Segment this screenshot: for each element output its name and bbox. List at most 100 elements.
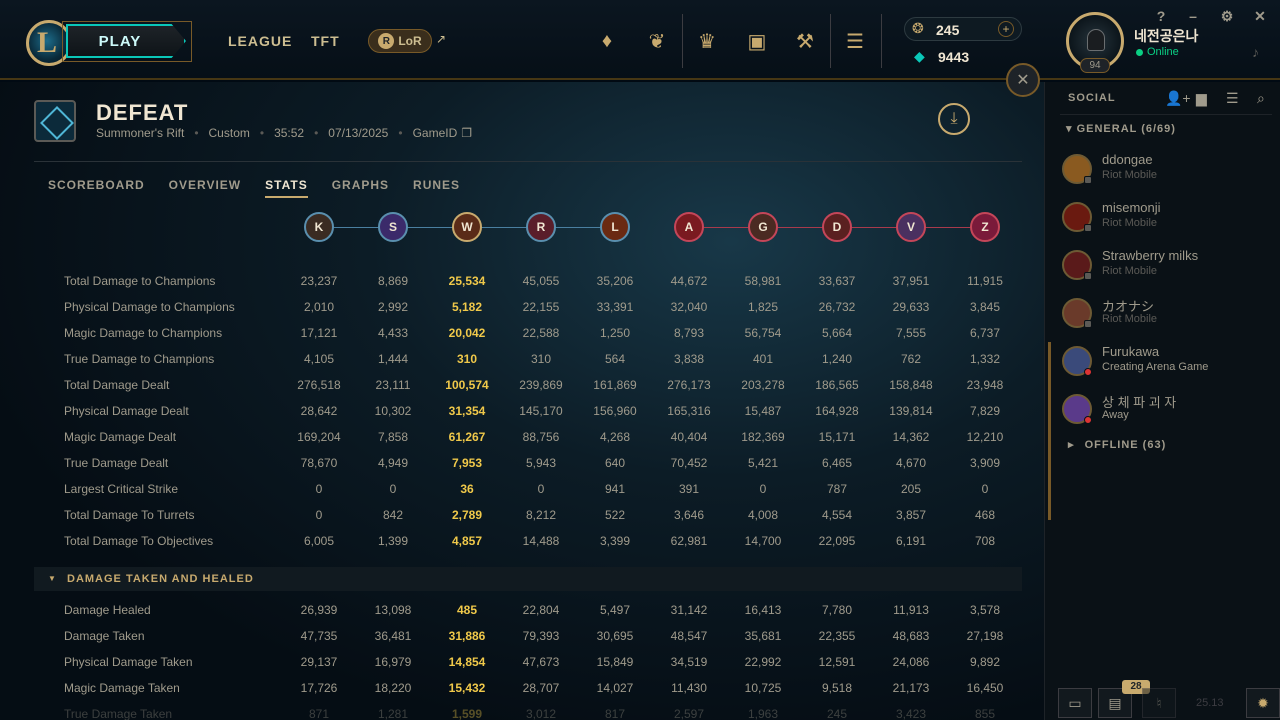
champion-icon[interactable]: W	[452, 212, 482, 242]
stat-cell: 22,992	[744, 655, 782, 669]
game-id-label[interactable]: GameID	[413, 126, 458, 140]
stat-cell: 32,040	[670, 300, 708, 314]
buy-rp-button[interactable]: +	[998, 21, 1014, 37]
settings-icon[interactable]: ⚙	[1220, 8, 1234, 25]
tab-overview[interactable]: OVERVIEW	[169, 178, 241, 198]
friend-item[interactable]: カオナシ Riot Mobile	[1060, 292, 1270, 336]
stat-cell: 7,780	[821, 603, 853, 617]
rank-icon[interactable]: ♛	[692, 26, 722, 56]
play-button[interactable]: PLAY	[66, 24, 186, 58]
champion-icon[interactable]: K	[304, 212, 334, 242]
stat-cell: 16,450	[966, 681, 1004, 695]
stat-cell: 787	[826, 482, 848, 496]
stat-cell: 3,646	[673, 508, 705, 522]
stat-cell: 7,829	[969, 404, 1001, 418]
champion-icon[interactable]: Z	[970, 212, 1000, 242]
collapse-caret-icon[interactable]: ▼	[48, 574, 56, 583]
stat-cell: 145,170	[519, 404, 563, 418]
stat-cell: 276,173	[667, 378, 711, 392]
download-replay-button[interactable]: ⤓	[938, 103, 970, 135]
loot-icon[interactable]: ▣	[742, 26, 772, 56]
stat-label: Magic Damage to Champions	[64, 326, 223, 340]
stat-cell: 44,672	[670, 274, 708, 288]
notification-bell-icon[interactable]: ♪	[1252, 44, 1259, 60]
add-folder-icon[interactable]: ▆	[1196, 90, 1207, 107]
friend-item[interactable]: 상 체 파 괴 자 Away	[1060, 388, 1270, 432]
social-title: SOCIAL	[1068, 92, 1116, 104]
friend-item[interactable]: misemonji Riot Mobile	[1060, 196, 1270, 240]
table-row: Total Damage To Objectives 6,005 1,399 4,85…	[0, 528, 1044, 554]
help-icon[interactable]: ?	[1154, 8, 1168, 24]
social-divider	[1060, 114, 1272, 115]
stat-cell: 169,204	[297, 430, 341, 444]
copy-icon[interactable]: ❐	[461, 126, 472, 140]
champion-icon[interactable]: D	[822, 212, 852, 242]
nav-tft[interactable]: TFT	[311, 33, 340, 49]
stat-cell: 564	[604, 352, 626, 366]
group-general[interactable]: ▾ GENERAL (6/69)	[1066, 122, 1176, 135]
group-offline[interactable]: ▸ OFFLINE (63)	[1068, 438, 1166, 451]
stat-cell: 3,423	[895, 707, 927, 720]
champion-icon[interactable]: L	[600, 212, 630, 242]
stat-cell: 40,404	[670, 430, 708, 444]
friend-status-icon	[1084, 176, 1092, 184]
champion-icon[interactable]: V	[896, 212, 926, 242]
stat-cell: 1,825	[747, 300, 779, 314]
stat-cell: 3,909	[969, 456, 1001, 470]
tab-graphs[interactable]: GRAPHS	[332, 178, 389, 198]
minimize-icon[interactable]: –	[1186, 8, 1200, 24]
match-duration: 35:52	[274, 126, 305, 140]
match-result: DEFEAT	[96, 100, 189, 125]
stat-cell: 2,992	[377, 300, 409, 314]
tab-stats[interactable]: STATS	[265, 178, 308, 198]
stat-cell: 186,565	[815, 378, 859, 392]
stat-cell: 17,726	[300, 681, 338, 695]
stat-cell: 8,793	[673, 326, 705, 340]
collection-icon[interactable]: ⚒	[790, 26, 820, 56]
stat-cell: 205	[900, 482, 922, 496]
champion-icon[interactable]: G	[748, 212, 778, 242]
champion-icon[interactable]: R	[526, 212, 556, 242]
add-friend-icon[interactable]: 👤+	[1165, 90, 1191, 107]
stat-cell: 29,633	[892, 300, 930, 314]
friend-item[interactable]: Strawberry milks Riot Mobile	[1060, 244, 1270, 288]
search-icon[interactable]: ⌕	[1257, 90, 1265, 107]
stat-cell: 22,155	[522, 300, 560, 314]
stat-label: Physical Damage Taken	[64, 655, 193, 669]
nav-league[interactable]: LEAGUE	[228, 33, 292, 49]
champion-icon[interactable]: A	[674, 212, 704, 242]
external-link-icon[interactable]: ↗	[436, 32, 446, 46]
stat-cell: 522	[604, 508, 626, 522]
stat-cell: 48,547	[670, 629, 708, 643]
stat-cell: 6,191	[895, 534, 927, 548]
close-window-icon[interactable]: ✕	[1253, 8, 1267, 25]
tab-runes[interactable]: RUNES	[413, 178, 460, 198]
lor-button[interactable]: R LoR	[368, 29, 432, 53]
champion-icon[interactable]: S	[378, 212, 408, 242]
section-title[interactable]: DAMAGE TAKEN AND HEALED	[67, 573, 254, 585]
separator-dot: •	[259, 126, 265, 140]
stat-cell: 14,854	[448, 655, 486, 669]
stat-cell: 1,599	[451, 707, 483, 720]
store-icon[interactable]: ☰	[840, 26, 870, 56]
friend-item[interactable]: ddongae Riot Mobile	[1060, 148, 1270, 192]
stat-cell: 100,574	[445, 378, 489, 392]
friend-item[interactable]: Furukawa Creating Arena Game	[1060, 340, 1270, 384]
summoner-name[interactable]: 네전공은나	[1134, 26, 1198, 46]
stat-cell: 0	[315, 508, 323, 522]
list-view-icon[interactable]: ☰	[1226, 90, 1239, 107]
online-status[interactable]: Online	[1147, 46, 1179, 58]
stat-cell: 24,086	[892, 655, 930, 669]
champions-icon[interactable]: ♦	[592, 26, 622, 56]
social-scrollbar[interactable]	[1048, 342, 1051, 520]
tft-icon[interactable]: ❦	[642, 26, 672, 56]
stat-cell: 17,121	[300, 326, 338, 340]
tab-scoreboard[interactable]: SCOREBOARD	[48, 178, 145, 198]
stat-cell: 276,518	[297, 378, 341, 392]
chat-icon[interactable]: ▭	[1058, 688, 1092, 718]
table-row: Magic Damage Taken 17,726 18,220 15,432 28,7…	[0, 675, 1044, 701]
bug-report-icon[interactable]: ✹	[1246, 688, 1280, 718]
stat-cell: 7,953	[451, 456, 483, 470]
voice-icon[interactable]: ♮	[1142, 688, 1176, 718]
close-match-details-button[interactable]: ✕	[1006, 63, 1040, 97]
